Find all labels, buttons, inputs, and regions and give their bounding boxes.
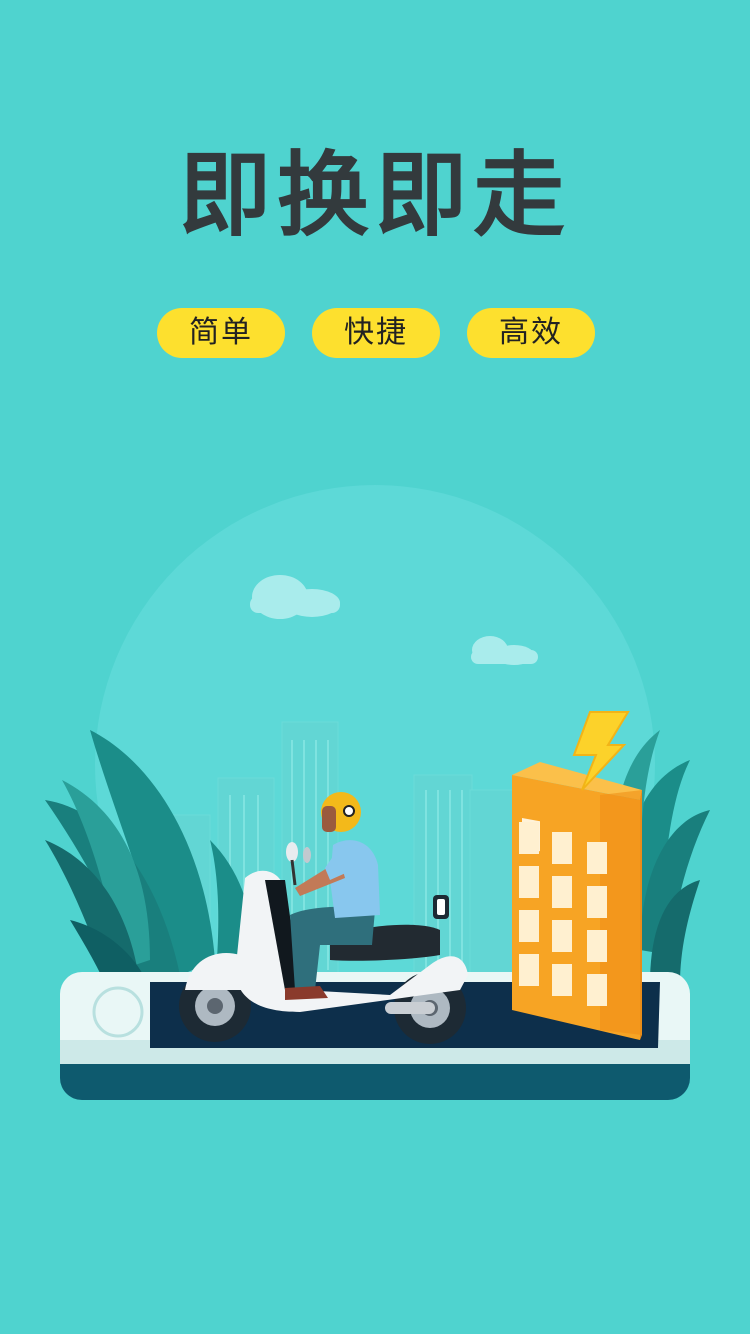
tag-fast: 快捷 bbox=[312, 308, 440, 358]
battery-building bbox=[512, 762, 642, 1040]
home-button-icon bbox=[92, 986, 144, 1038]
feature-tags: 简单 快捷 高效 bbox=[0, 308, 750, 358]
tag-efficient: 高效 bbox=[467, 308, 595, 358]
tag-simple: 简单 bbox=[157, 308, 285, 358]
hero-illustration bbox=[45, 485, 710, 1100]
headline: 即换即走 bbox=[178, 142, 571, 249]
